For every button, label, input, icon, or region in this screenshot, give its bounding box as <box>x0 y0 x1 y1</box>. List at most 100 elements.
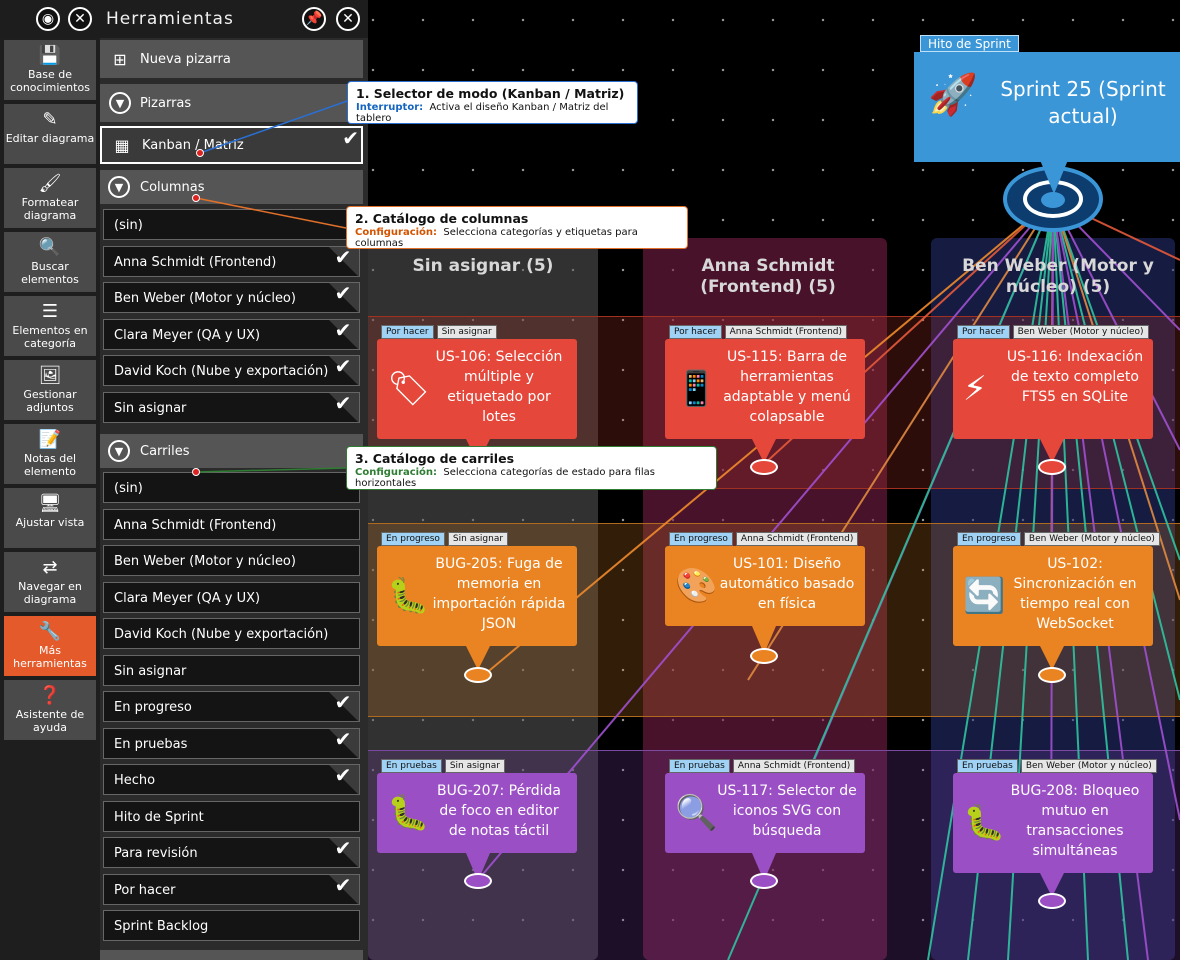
card-tags: En pruebas Anna Schmidt (Frontend) <box>669 759 856 773</box>
sidebar-item-attachments[interactable]: 🖼 Gestionar adjuntos <box>4 360 96 420</box>
column-option[interactable]: (sin) <box>103 209 360 240</box>
checkmark-icon: ✔ <box>342 126 359 150</box>
lanes-section-header[interactable]: ▼ Carriles <box>100 434 363 468</box>
milestone-pointer <box>1040 160 1068 194</box>
card-anchor-node[interactable] <box>1038 459 1066 475</box>
palette-icon: 🎨 <box>675 566 718 606</box>
card-bug-205[interactable]: 🐛 BUG-205: Fuga de memoria en importación… <box>377 546 577 646</box>
bug-icon: 🐛 <box>387 576 430 616</box>
pencil-icon: ✎ <box>42 109 58 130</box>
lane-option[interactable]: Ben Weber (Motor y núcleo) <box>103 545 360 576</box>
new-board-button[interactable]: ⊞ Nueva pizarra <box>100 40 363 78</box>
search-icon: 🔍 <box>38 237 62 258</box>
arrows-swap-icon: ⇄ <box>42 557 58 578</box>
lane-option[interactable]: En pruebas ✔ <box>103 727 360 759</box>
card-anchor-node[interactable] <box>464 667 492 683</box>
sidebar-item-more-tools[interactable]: 🔧 Más herramientas <box>4 616 96 676</box>
panel-title: Herramientas <box>106 9 234 29</box>
close-panel-icon[interactable]: ✕ <box>336 7 360 31</box>
column-option[interactable]: Sin asignar ✔ <box>103 391 360 423</box>
rocket-icon: 🚀 <box>928 72 978 118</box>
card-bug-208[interactable]: 🐛 BUG-208: Bloqueo mutuo en transacciones… <box>953 773 1153 873</box>
lane-option[interactable]: Hecho ✔ <box>103 763 360 795</box>
sidebar-item-element-notes[interactable]: 📝 Notas del elemento <box>4 424 96 484</box>
tag-icon: 🏷 <box>387 369 431 409</box>
card-tags: Por hacer Sin asignar <box>381 325 497 339</box>
lane-option[interactable]: Clara Meyer (QA y UX) <box>103 582 360 613</box>
lane-option[interactable]: Anna Schmidt (Frontend) <box>103 509 360 540</box>
card-anchor-node[interactable] <box>1038 893 1066 909</box>
checkmark-icon: ✔ <box>334 763 352 787</box>
panel-titlebar: ◉ ✕ Herramientas 📌 ✕ <box>0 0 368 38</box>
checkmark-icon: ✔ <box>334 836 352 860</box>
chevron-down-icon: ▼ <box>108 440 130 462</box>
lane-option[interactable]: Por hacer ✔ <box>103 873 360 905</box>
callout-mode-selector: 1. Selector de modo (Kanban / Matriz) In… <box>347 81 638 124</box>
magnifier-icon: 🔍 <box>675 793 718 833</box>
next-section-header[interactable] <box>100 950 363 960</box>
checkmark-icon: ✔ <box>334 727 352 751</box>
checkmark-icon: ✔ <box>334 318 352 342</box>
lane-option[interactable]: (sin) <box>103 472 360 503</box>
sidebar-item-format-diagram[interactable]: 🖌 Formatear diagrama <box>4 168 96 228</box>
close-icon[interactable]: ✕ <box>68 7 92 31</box>
pin-icon[interactable]: 📌 <box>302 7 326 31</box>
column-option[interactable]: Clara Meyer (QA y UX) ✔ <box>103 318 360 350</box>
notes-icon: 📝 <box>38 429 62 450</box>
bug-icon: 🐛 <box>963 803 1006 843</box>
card-us-117[interactable]: 🔍 US-117: Selector de iconos SVG con búsq… <box>665 773 865 853</box>
lane-option[interactable]: Hito de Sprint <box>103 801 360 832</box>
lane-option[interactable]: En progreso ✔ <box>103 690 360 722</box>
column-header-anna: Anna Schmidt (Frontend) (5) <box>700 256 836 297</box>
category-list-icon: ☰ <box>41 301 59 322</box>
chevron-down-icon: ▼ <box>108 176 130 198</box>
brush-icon: 🖌 <box>38 173 62 194</box>
lightning-icon: ⚡ <box>963 369 987 409</box>
card-anchor-node[interactable] <box>464 873 492 889</box>
kanban-grid-icon: ▦ <box>114 135 130 155</box>
column-option[interactable]: David Koch (Nube y exportación) ✔ <box>103 354 360 386</box>
lane-option[interactable]: Para revisión ✔ <box>103 836 360 868</box>
save-icon: 💾 <box>38 45 62 66</box>
chevron-down-icon: ▼ <box>109 92 131 114</box>
sidebar-item-category-elements[interactable]: ☰ Elementos en categoría <box>4 296 96 356</box>
columns-section-header[interactable]: ▼ Columnas <box>100 170 363 204</box>
callout-lanes-catalog: 3. Catálogo de carriles Configuración: S… <box>346 446 717 490</box>
checkmark-icon: ✔ <box>334 873 352 897</box>
milestone-title: Sprint 25 (Sprint actual) <box>1000 77 1166 128</box>
sidebar-item-edit-diagram[interactable]: ✎ Editar diagrama <box>4 104 96 164</box>
checkmark-icon: ✔ <box>334 245 352 269</box>
card-us-101[interactable]: 🎨 US-101: Diseño automático basado en fís… <box>665 546 865 626</box>
column-option[interactable]: Anna Schmidt (Frontend) ✔ <box>103 245 360 277</box>
sidebar-item-help[interactable]: ❓ Asistente de ayuda <box>4 680 96 740</box>
sidebar-item-search[interactable]: 🔍 Buscar elementos <box>4 232 96 292</box>
bug-icon: 🐛 <box>387 793 430 833</box>
wrench-icon: 🔧 <box>38 621 62 642</box>
milestone-card-sprint-25[interactable]: 🚀 Sprint 25 (Sprint actual) <box>914 52 1180 162</box>
kanban-matrix-toggle[interactable]: ▦ Kanban / Matriz ✔ <box>100 126 363 164</box>
column-header-ben: Ben Weber (Motor y núcleo) (5) <box>962 256 1154 297</box>
card-tags: En pruebas Sin asignar <box>381 759 505 773</box>
card-anchor-node[interactable] <box>750 873 778 889</box>
checkmark-icon: ✔ <box>334 690 352 714</box>
card-bug-207[interactable]: 🐛 BUG-207: Pérdida de foco en editor de n… <box>377 773 577 853</box>
checkmark-icon: ✔ <box>334 354 352 378</box>
card-us-116[interactable]: ⚡ US-116: Indexación de texto completo FT… <box>953 339 1153 439</box>
column-option[interactable]: Ben Weber (Motor y núcleo) ✔ <box>103 281 360 313</box>
card-anchor-node[interactable] <box>750 648 778 664</box>
lane-option[interactable]: David Koch (Nube y exportación) <box>103 618 360 649</box>
boards-toggle[interactable]: ▼ Pizarras <box>100 84 363 122</box>
sidebar-item-navigate[interactable]: ⇄ Navegar en diagrama <box>4 552 96 612</box>
card-anchor-node[interactable] <box>1038 667 1066 683</box>
sidebar-item-knowledge-base[interactable]: 💾 Base de conocimientos <box>4 40 96 100</box>
card-anchor-node[interactable] <box>750 459 778 475</box>
checkmark-icon: ✔ <box>334 281 352 305</box>
sidebar-item-fit-view[interactable]: 🖥 Ajustar vista <box>4 488 96 548</box>
lane-option[interactable]: Sprint Backlog <box>103 910 360 941</box>
card-us-102[interactable]: 🔄 US-102: Sincronización en tiempo real c… <box>953 546 1153 646</box>
card-us-106[interactable]: 🏷 US-106: Selección múltiple y etiquetado… <box>377 339 577 439</box>
target-icon[interactable]: ◉ <box>36 7 60 31</box>
tools-content: ⊞ Nueva pizarra ▼ Pizarras ▦ Kanban / Matri… <box>100 38 368 960</box>
card-us-115[interactable]: 📱 US-115: Barra de herramientas adaptable… <box>665 339 865 439</box>
lane-option[interactable]: Sin asignar <box>103 655 360 686</box>
